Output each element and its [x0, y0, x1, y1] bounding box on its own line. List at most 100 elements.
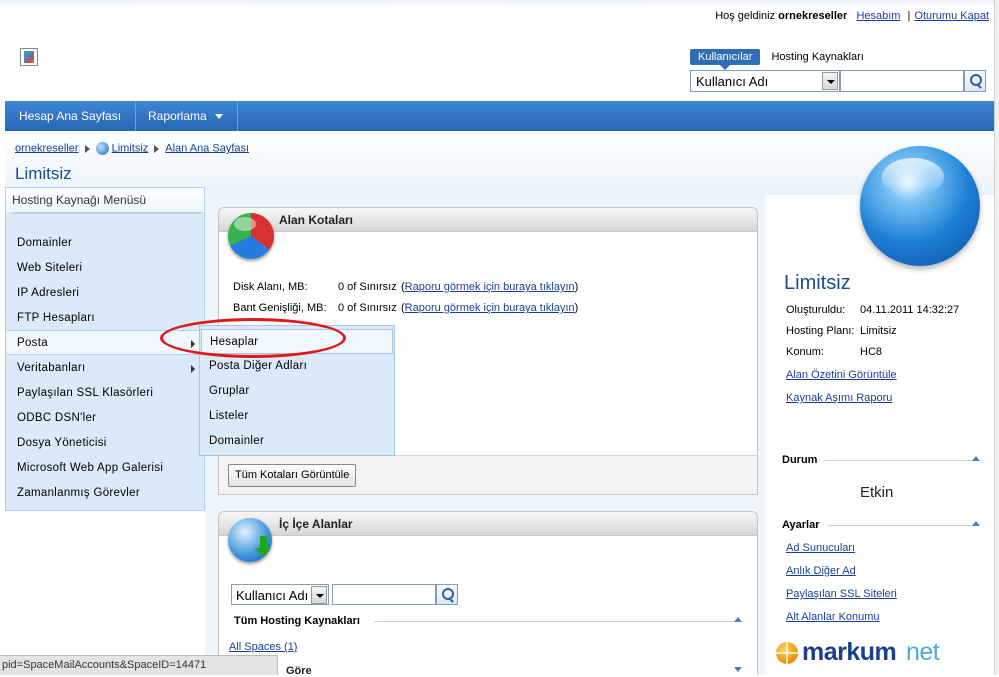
clipped-section-title: Göre [286, 665, 312, 677]
search-input[interactable] [840, 70, 964, 92]
panel-title: Alan Kotaları [279, 213, 354, 227]
arrow-right-icon [154, 144, 160, 153]
collapse-icon[interactable] [734, 667, 742, 672]
page-title: Limitsiz [15, 164, 72, 183]
breadcrumb-space-home[interactable]: Alan Ana Sayfası [165, 142, 249, 154]
menu-item-label: Domainler [17, 237, 73, 249]
header-band [5, 131, 995, 195]
settings-section-title: Ayarlar [782, 519, 820, 531]
plan-value: Limitsiz [860, 325, 897, 337]
submenu-item-label: Listeler [209, 410, 249, 422]
submenu-item-mail-aliases[interactable]: Posta Diğer Adları [201, 354, 393, 379]
chevron-down-icon[interactable] [822, 72, 838, 90]
brand-globe-icon [776, 642, 798, 664]
quota-value: 0 of Sınırsız [338, 302, 397, 314]
caret-down-icon [214, 114, 223, 120]
nested-search-field-value: Kullanıcı Adı [236, 588, 309, 603]
tab-hosting-spaces[interactable]: Hosting Kaynakları [763, 49, 871, 65]
menu-item-odbc-dsn[interactable]: ODBC DSN'ler [7, 406, 205, 431]
logout-link[interactable]: Oturumu Kapat [914, 10, 989, 22]
menu-item-databases[interactable]: Veritabanları [7, 356, 205, 381]
nav-reports-label: Raporlama [148, 109, 207, 123]
menu-item-file-manager[interactable]: Dosya Yöneticisi [7, 431, 205, 456]
name-servers-link[interactable]: Ad Sunucuları [786, 542, 855, 554]
created-value: 04.11.2011 14:32:27 [860, 304, 960, 316]
location-label: Konum: [786, 346, 824, 358]
separator: | [907, 10, 911, 22]
tab-users[interactable]: Kullanıcılar [690, 49, 761, 70]
welcome-bar: Hoş geldiniz ornekreseller Hesabım | Otur… [715, 10, 989, 22]
collapse-icon[interactable] [972, 521, 980, 526]
menu-item-label: IP Adresleri [17, 287, 80, 299]
submenu-item-domains[interactable]: Domainler [201, 429, 393, 454]
status-value: Etkin [860, 484, 894, 501]
view-space-summary-link[interactable]: Alan Özetini Görüntüle [786, 369, 897, 381]
nav-account-home-label: Hesap Ana Sayfası [19, 109, 122, 123]
instant-alias-link[interactable]: Anlık Diğer Ad [786, 565, 856, 577]
top-gradient [0, 0, 999, 6]
search-tabs: Kullanıcılar Hosting Kaynakları [690, 49, 872, 70]
menu-divider [12, 212, 202, 214]
view-all-quotas-button[interactable]: Tüm Kotaları Görüntüle [228, 464, 357, 487]
shared-ssl-sites-link[interactable]: Paylaşılan SSL Siteleri [786, 588, 897, 600]
menu-item-web-app-gallery[interactable]: Microsoft Web App Galerisi [7, 456, 205, 481]
disk-report-link[interactable]: Raporu görmek için buraya tıklayın [405, 281, 575, 293]
quota-label: Disk Alanı, MB: [233, 281, 308, 293]
submenu-item-groups[interactable]: Gruplar [201, 379, 393, 404]
menu-item-label: Zamanlanmış Görevler [17, 487, 140, 499]
search-icon[interactable] [964, 70, 986, 92]
menu-item-scheduled-tasks[interactable]: Zamanlanmış Görevler [7, 481, 205, 506]
breadcrumb-user[interactable]: ornekreseller [15, 142, 79, 154]
divider [824, 460, 972, 461]
nested-search-field-select[interactable]: Kullanıcı Adı [231, 584, 329, 605]
space-summary-title: Limitsiz [784, 272, 851, 294]
bandwidth-report-link[interactable]: Raporu görmek için buraya tıklayın [405, 302, 575, 314]
breadcrumb-space[interactable]: Limitsiz [112, 142, 149, 154]
menu-item-label: Paylaşılan SSL Klasörleri [17, 387, 154, 399]
menu-item-label: Web Siteleri [17, 262, 83, 274]
search-field-select[interactable]: Kullanıcı Adı [690, 70, 840, 92]
submenu-item-label: Gruplar [209, 385, 250, 397]
menu-item-label: Dosya Yöneticisi [17, 437, 107, 449]
nav-reports[interactable]: Raporlama [134, 101, 238, 131]
main-nav: Hesap Ana Sayfası Raporlama [5, 101, 995, 131]
breadcrumb: ornekreseller Limitsiz Alan Ana Sayfası [15, 142, 249, 155]
paren-close: ) [574, 281, 579, 293]
menu-item-domains[interactable]: Domainler [7, 231, 205, 256]
collapse-icon[interactable] [734, 617, 742, 622]
search-icon[interactable] [436, 584, 458, 605]
highlight-ellipse [160, 318, 346, 358]
plan-label: Hosting Planı: [786, 325, 855, 337]
menu-item-label: ODBC DSN'ler [17, 412, 97, 424]
nav-account-home[interactable]: Hesap Ana Sayfası [5, 101, 137, 131]
welcome-text: Hoş geldiniz [715, 10, 776, 22]
menu-item-websites[interactable]: Web Siteleri [7, 256, 205, 281]
divider [828, 525, 972, 526]
collapse-icon[interactable] [972, 456, 980, 461]
menu-item-label: Microsoft Web App Galerisi [17, 462, 164, 474]
menu-item-ip-addresses[interactable]: IP Adresleri [7, 281, 205, 306]
section-title: Tüm Hosting Kaynakları [234, 615, 360, 627]
created-label: Oluşturuldu: [786, 304, 846, 316]
menu-item-label: FTP Hesapları [17, 312, 95, 324]
panel-title: İç İçe Alanlar [279, 517, 353, 531]
subdomains-location-link[interactable]: Alt Alanlar Konumu [786, 611, 880, 623]
all-spaces-link[interactable]: All Spaces (1) [229, 641, 297, 653]
quota-value: 0 of Sınırsız [338, 281, 397, 293]
menu-title: Hosting Kaynağı Menüsü [6, 188, 204, 212]
account-link[interactable]: Hesabım [856, 10, 900, 22]
nested-search-input[interactable] [332, 584, 436, 605]
username: ornekreseller [778, 10, 848, 22]
menu-item-label: Veritabanları [17, 362, 86, 374]
status-section-title: Durum [782, 454, 818, 466]
submenu-item-label: Domainler [209, 435, 265, 447]
menu-item-shared-ssl[interactable]: Paylaşılan SSL Klasörleri [7, 381, 205, 406]
arrow-right-icon [84, 144, 90, 153]
browser-status-bar: pid=SpaceMailAccounts&SpaceID=14471 [0, 655, 278, 675]
hosting-space-globe-icon [860, 146, 980, 266]
chevron-down-icon[interactable] [311, 586, 327, 604]
app-logo-icon[interactable] [20, 48, 38, 66]
panel-header: İç İçe Alanlar [219, 512, 757, 536]
submenu-item-lists[interactable]: Listeler [201, 404, 393, 429]
overusage-report-link[interactable]: Kaynak Aşımı Raporu [786, 392, 892, 404]
